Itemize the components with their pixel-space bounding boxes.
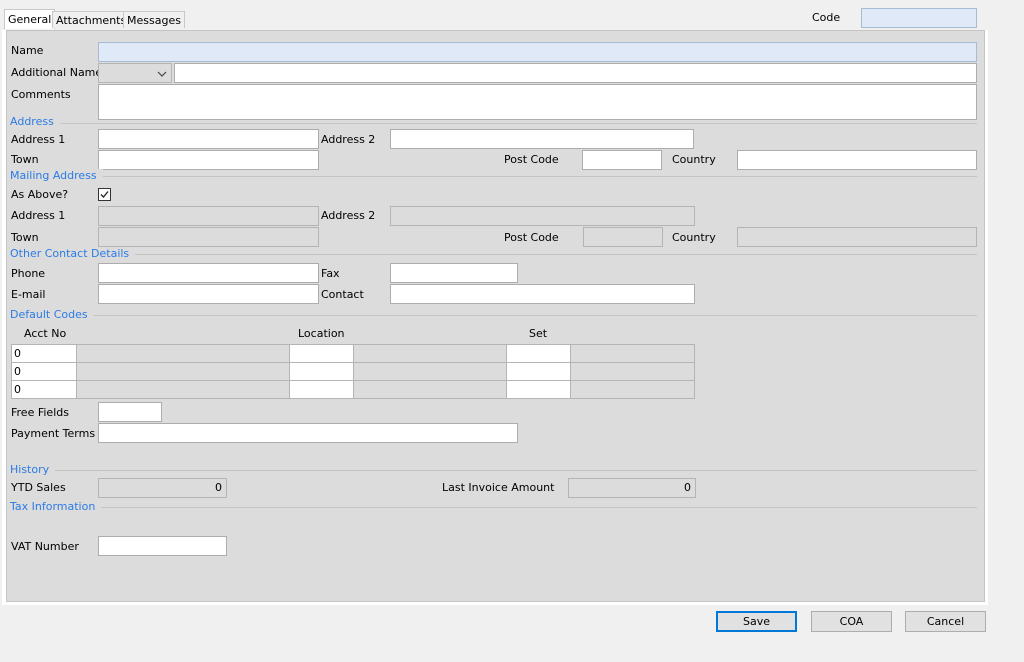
contact-input[interactable] [390,284,695,304]
comments-textarea[interactable] [98,84,977,120]
mail-country-input[interactable] [737,227,977,247]
default-codes-section-title: Default Codes [10,308,94,321]
mailing-address-section-title: Mailing Address [10,169,103,182]
payment-terms-label: Payment Terms [11,427,96,440]
set-cell[interactable] [506,380,571,399]
additional-name-select[interactable] [98,63,172,83]
chevron-down-icon [157,71,167,77]
tab-attachments[interactable]: Attachments [52,11,131,28]
as-above-checkbox[interactable] [98,188,111,201]
town-label: Town [11,153,39,166]
acct-no-cell[interactable]: 0 [11,362,77,381]
contact-divider [11,254,977,255]
set-desc-cell [570,362,695,381]
mail-post-code-label: Post Code [504,231,559,244]
vat-number-label: VAT Number [11,540,79,553]
tax-information-section-title: Tax Information [10,500,102,513]
location-desc-cell [353,380,507,399]
location-header: Location [298,327,345,340]
coa-button[interactable]: COA [811,611,892,632]
fax-input[interactable] [390,263,518,283]
save-button[interactable]: Save [716,611,797,632]
address2-input[interactable] [390,129,694,149]
location-cell[interactable] [289,344,354,363]
mail-address2-input[interactable] [390,206,695,226]
acct-desc-cell [76,344,290,363]
mail-address1-label: Address 1 [11,209,66,222]
set-desc-cell [570,380,695,399]
ytd-sales-label: YTD Sales [11,481,66,494]
set-desc-cell [570,344,695,363]
last-invoice-amount-label: Last Invoice Amount [442,481,555,494]
mail-town-input[interactable] [98,227,319,247]
name-input[interactable] [98,42,977,62]
free-fields-label: Free Fields [11,406,69,419]
acct-desc-cell [76,362,290,381]
mail-post-code-input[interactable] [583,227,663,247]
contact-label: Contact [321,288,364,301]
code-label: Code [812,11,841,24]
address1-label: Address 1 [11,133,66,146]
post-code-input[interactable] [582,150,662,170]
town-input[interactable] [98,150,319,170]
location-cell[interactable] [289,380,354,399]
comments-label: Comments [11,88,71,101]
address2-label: Address 2 [321,133,376,146]
additional-name-input[interactable] [174,63,977,83]
set-header: Set [529,327,548,340]
location-desc-cell [353,362,507,381]
country-input[interactable] [737,150,977,170]
phone-input[interactable] [98,263,319,283]
acct-desc-cell [76,380,290,399]
phone-label: Phone [11,267,46,280]
additional-name-label: Additional Name [11,66,103,79]
location-cell[interactable] [289,362,354,381]
tab-messages[interactable]: Messages [123,11,185,28]
as-above-label: As Above? [11,188,69,201]
free-fields-input[interactable] [98,402,162,422]
payment-terms-input[interactable] [98,423,518,443]
set-cell[interactable] [506,362,571,381]
mailing-divider [11,176,977,177]
set-cell[interactable] [506,344,571,363]
acct-no-cell[interactable]: 0 [11,344,77,363]
mail-country-label: Country [672,231,716,244]
country-label: Country [672,153,716,166]
cancel-button[interactable]: Cancel [905,611,986,632]
mail-address2-label: Address 2 [321,209,376,222]
mail-address1-input[interactable] [98,206,319,226]
tax-divider [11,507,977,508]
address-section-title: Address [10,115,60,128]
acct-no-header: Acct No [24,327,67,340]
mail-town-label: Town [11,231,39,244]
ytd-sales-field: 0 [98,478,227,498]
location-desc-cell [353,344,507,363]
vat-number-input[interactable] [98,536,227,556]
last-invoice-amount-field: 0 [568,478,696,498]
code-input[interactable] [861,8,977,28]
acct-no-cell[interactable]: 0 [11,380,77,399]
general-panel: Name Additional Name Comments Address Ad… [6,30,985,602]
name-label: Name [11,44,44,57]
email-input[interactable] [98,284,319,304]
fax-label: Fax [321,267,340,280]
checkmark-icon [100,191,109,198]
other-contact-section-title: Other Contact Details [10,247,136,260]
email-label: E-mail [11,288,46,301]
address-divider [11,123,977,124]
history-divider [11,470,977,471]
address1-input[interactable] [98,129,319,149]
history-section-title: History [10,463,56,476]
post-code-label: Post Code [504,153,559,166]
codes-divider [11,315,977,316]
tab-general[interactable]: General [4,9,56,29]
